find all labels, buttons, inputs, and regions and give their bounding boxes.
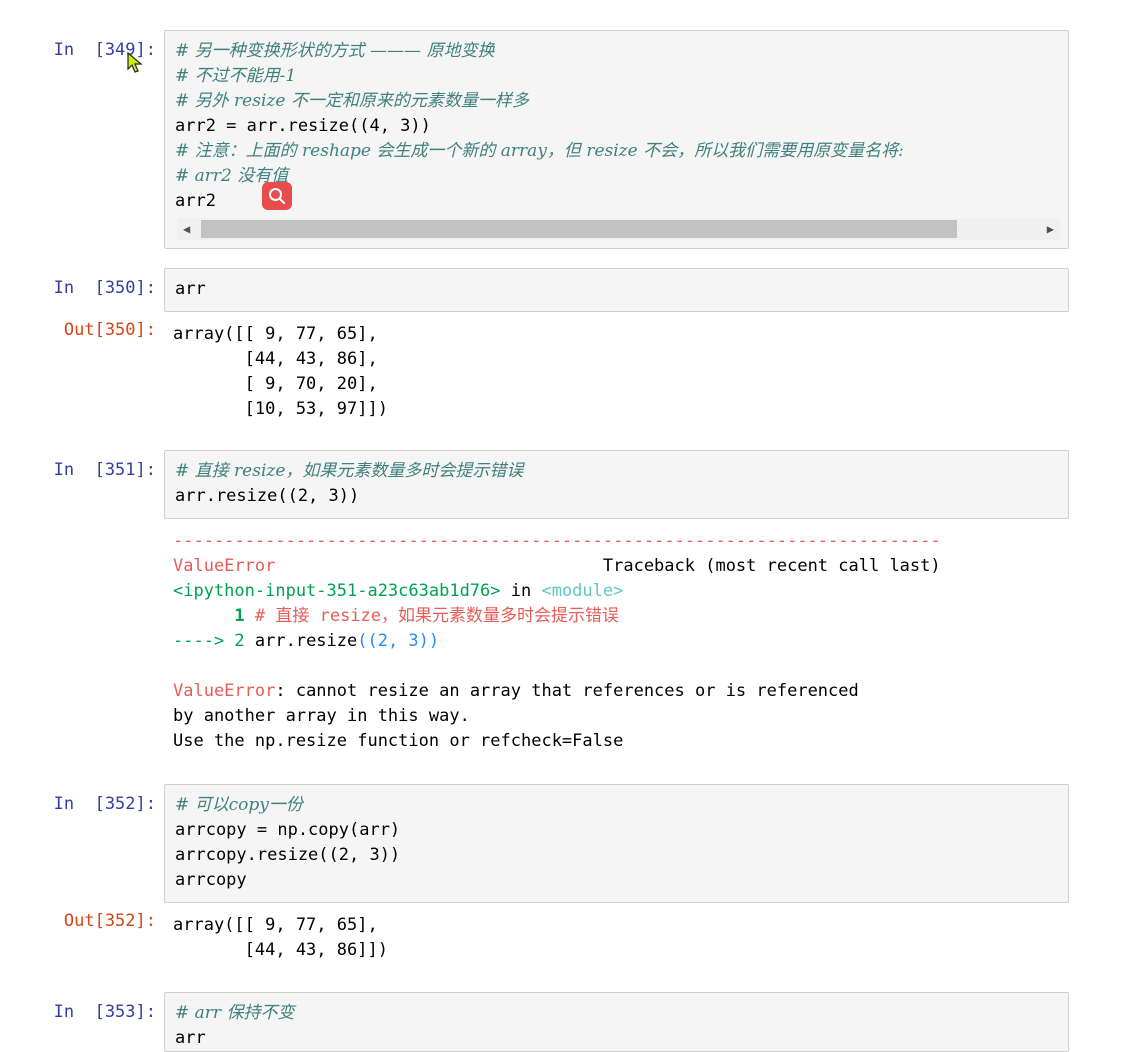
traceback-header: ValueError Traceback (most recent call l… — [173, 554, 1073, 579]
error-message-line: ValueError: cannot resize an array that … — [173, 679, 1073, 704]
error-name: ValueError — [173, 556, 276, 576]
code-line: arrcopy — [175, 870, 247, 890]
line-number: 1 — [173, 606, 245, 626]
search-icon[interactable] — [262, 182, 292, 210]
output-prompt: Out[350]: — [63, 320, 156, 340]
horizontal-scrollbar[interactable]: ◀ ▶ — [177, 218, 1060, 240]
code-line: arr — [175, 1028, 206, 1048]
input-prompt: In [352]: — [53, 794, 156, 814]
code-line: arrcopy.resize((2, 3)) — [175, 845, 401, 865]
traceback-line-1: 1 # 直接 resize，如果元素数量多时会提示错误 — [173, 604, 1073, 629]
code-editor-352[interactable]: # 可以copy一份 arrcopy = np.copy(arr) arrcop… — [164, 784, 1069, 903]
code-editor-353[interactable]: # arr 保持不变 arr — [164, 992, 1069, 1052]
output-line: array([[ 9, 77, 65], — [173, 324, 378, 344]
traceback-line-2: ----> 2 arr.resize((2, 3)) — [173, 629, 1073, 654]
code-line: arrcopy = np.copy(arr) — [175, 820, 401, 840]
line-code: # 直接 resize，如果元素数量多时会提示错误 — [244, 606, 620, 626]
input-prompt: In [353]: — [53, 1002, 156, 1022]
scrollbar-thumb[interactable] — [201, 220, 957, 238]
traceback-location: <ipython-input-351-a23c63ab1d76> in <mod… — [173, 579, 1073, 604]
scroll-right-arrow-icon[interactable]: ▶ — [1047, 221, 1054, 237]
code-line: # 注意：上面的 reshape 会生成一个新的 array，但 resize … — [175, 141, 904, 161]
output-prompt: Out[352]: — [63, 911, 156, 931]
code-editor-350[interactable]: arr — [164, 268, 1069, 312]
module-name: <module> — [541, 581, 624, 601]
code-editor-351[interactable]: # 直接 resize，如果元素数量多时会提示错误 arr.resize((2,… — [164, 450, 1069, 519]
code-line: arr2 = arr.resize((4, 3)) — [175, 116, 431, 136]
output-text-352: array([[ 9, 77, 65], [44, 43, 86]]) — [173, 913, 1073, 963]
code-line: arr.resize((2, 3)) — [175, 486, 360, 506]
mouse-cursor-icon — [127, 51, 143, 79]
line-args: ((2, 3)) — [357, 631, 440, 651]
error-message-line: by another array in this way. — [173, 706, 470, 726]
output-line: array([[ 9, 77, 65], — [173, 915, 378, 935]
output-line: [44, 43, 86]]) — [173, 940, 388, 960]
code-line: # arr 保持不变 — [175, 1003, 295, 1023]
code-line: # 可以copy一份 — [175, 795, 303, 815]
output-line: [ 9, 70, 20], — [173, 374, 378, 394]
code-line: # 直接 resize，如果元素数量多时会提示错误 — [175, 461, 524, 481]
error-message: : cannot resize an array that references… — [275, 681, 859, 701]
code-line: # 另外 resize 不一定和原来的元素数量一样多 — [175, 91, 529, 111]
output-line: [44, 43, 86], — [173, 349, 378, 369]
code-line: # 不过不能用-1 — [175, 66, 297, 86]
output-text-350: array([[ 9, 77, 65], [44, 43, 86], [ 9, … — [173, 322, 1073, 422]
input-reference: <ipython-input-351-a23c63ab1d76> — [173, 581, 501, 601]
traceback-separator: ----------------------------------------… — [173, 531, 941, 551]
code-line: arr2 — [175, 191, 216, 211]
scroll-left-arrow-icon[interactable]: ◀ — [183, 221, 190, 237]
input-prompt: In [351]: — [53, 460, 156, 480]
line-code: arr.resize — [244, 631, 358, 651]
code-line: arr — [175, 279, 206, 299]
error-name: ValueError — [173, 681, 276, 701]
code-line: # arr2 没有值 — [175, 166, 289, 186]
output-line: [10, 53, 97]]) — [173, 399, 388, 419]
traceback-title: Traceback (most recent call last) — [275, 556, 941, 576]
error-message-line: Use the np.resize function or refcheck=F… — [173, 731, 624, 751]
line-arrow: ----> 2 — [173, 631, 245, 651]
in-word: in — [500, 581, 542, 601]
error-traceback-351: ----------------------------------------… — [173, 529, 1073, 754]
code-line: # 另一种变换形状的方式 ——— 原地变换 — [175, 41, 495, 61]
input-prompt: In [350]: — [53, 278, 156, 298]
code-editor-349[interactable]: # 另一种变换形状的方式 ——— 原地变换 # 不过不能用-1 # 另外 res… — [164, 30, 1069, 249]
